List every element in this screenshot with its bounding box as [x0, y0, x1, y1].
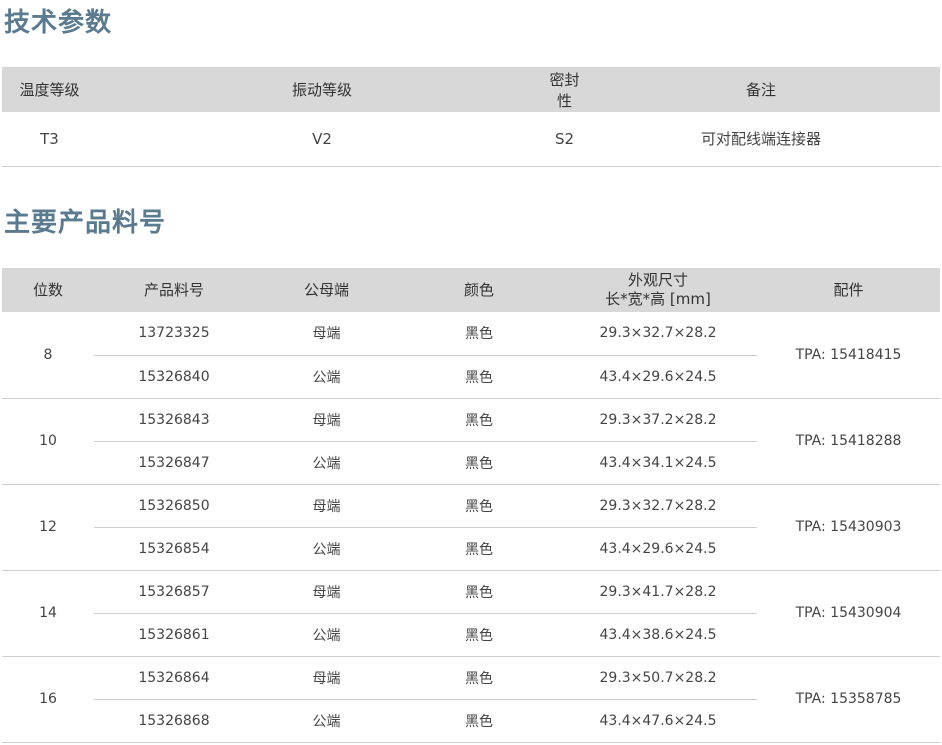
pin-count: 12 — [2, 484, 94, 571]
parts-header-dimensions-line1: 外观尺寸 — [627, 271, 688, 289]
table-row: 8 13723325 母端 黑色 29.3×32.7×28.2 TPA: 154… — [2, 312, 940, 399]
gender-value: 公端 — [254, 613, 399, 657]
dimensions-value: 43.4×34.1×24.5 — [559, 441, 757, 485]
dimensions-value: 29.3×50.7×28.2 — [559, 656, 757, 700]
gender-value: 公端 — [254, 527, 399, 571]
dimensions-value: 43.4×29.6×24.5 — [559, 355, 757, 399]
parts-table: 位数 产品料号 公母端 颜色 外观尺寸 长*宽*高 [mm] 配件 8 1372… — [2, 268, 940, 743]
pin-count: 10 — [2, 398, 94, 485]
dimensions-value: 29.3×37.2×28.2 — [559, 398, 757, 442]
spec-table: 温度等级 振动等级 密封性 备注 T3 V2 S2 可对配线端连接器 — [2, 67, 940, 167]
part-number: 15326857 — [94, 570, 254, 614]
dimensions-value: 43.4×29.6×24.5 — [559, 527, 757, 571]
gender-value: 公端 — [254, 355, 399, 399]
accessory-value: TPA: 15418288 — [757, 398, 940, 485]
color-value: 黑色 — [399, 527, 559, 571]
table-row: 10 15326843 母端 黑色 29.3×37.2×28.2 TPA: 15… — [2, 398, 940, 485]
part-number: 15326868 — [94, 699, 254, 743]
part-number: 13723325 — [94, 312, 254, 356]
part-number: 15326843 — [94, 398, 254, 442]
gender-value: 公端 — [254, 441, 399, 485]
color-value: 黑色 — [399, 613, 559, 657]
parts-header-part-no: 产品料号 — [94, 268, 254, 312]
part-number: 15326864 — [94, 656, 254, 700]
parts-header-gender: 公母端 — [254, 268, 399, 312]
spec-header-sealing: 密封性 — [547, 67, 582, 112]
spec-header-remark: 备注 — [582, 67, 940, 112]
part-number: 15326861 — [94, 613, 254, 657]
accessory-value: TPA: 15430903 — [757, 484, 940, 571]
table-row: 12 15326850 母端 黑色 29.3×32.7×28.2 TPA: 15… — [2, 484, 940, 571]
color-value: 黑色 — [399, 570, 559, 614]
dimensions-value: 43.4×47.6×24.5 — [559, 699, 757, 743]
color-value: 黑色 — [399, 484, 559, 528]
spec-section-title: 技术参数 — [4, 8, 113, 38]
color-value: 黑色 — [399, 398, 559, 442]
parts-header-row: 位数 产品料号 公母端 颜色 外观尺寸 长*宽*高 [mm] 配件 — [2, 268, 940, 312]
part-number: 15326850 — [94, 484, 254, 528]
accessory-value: TPA: 15358785 — [757, 656, 940, 743]
spec-header-vibration: 振动等级 — [97, 67, 547, 112]
parts-header-color: 颜色 — [399, 268, 559, 312]
part-number: 15326854 — [94, 527, 254, 571]
spec-row: T3 V2 S2 可对配线端连接器 — [2, 112, 940, 167]
color-value: 黑色 — [399, 441, 559, 485]
dimensions-value: 29.3×32.7×28.2 — [559, 312, 757, 356]
accessory-value: TPA: 15430904 — [757, 570, 940, 657]
pin-count: 16 — [2, 656, 94, 743]
gender-value: 母端 — [254, 656, 399, 700]
parts-header-dimensions: 外观尺寸 长*宽*高 [mm] — [559, 268, 757, 312]
spec-temperature-value: T3 — [2, 112, 97, 167]
parts-header-count: 位数 — [2, 268, 94, 312]
gender-value: 母端 — [254, 484, 399, 528]
pin-count: 14 — [2, 570, 94, 657]
spec-sealing-value: S2 — [547, 112, 582, 167]
parts-section-title: 主要产品料号 — [4, 208, 167, 238]
part-number: 15326847 — [94, 441, 254, 485]
spec-header-row: 温度等级 振动等级 密封性 备注 — [2, 67, 940, 112]
parts-header-accessory: 配件 — [757, 268, 940, 312]
table-row: 14 15326857 母端 黑色 29.3×41.7×28.2 TPA: 15… — [2, 570, 940, 657]
part-number: 15326840 — [94, 355, 254, 399]
dimensions-value: 29.3×41.7×28.2 — [559, 570, 757, 614]
dimensions-value: 29.3×32.7×28.2 — [559, 484, 757, 528]
spec-vibration-value: V2 — [97, 112, 547, 167]
color-value: 黑色 — [399, 656, 559, 700]
spec-remark-value: 可对配线端连接器 — [582, 112, 940, 167]
gender-value: 母端 — [254, 398, 399, 442]
color-value: 黑色 — [399, 355, 559, 399]
pin-count: 8 — [2, 312, 94, 399]
parts-header-dimensions-line2: 长*宽*高 [mm] — [605, 290, 711, 308]
gender-value: 母端 — [254, 312, 399, 356]
spec-header-temperature: 温度等级 — [2, 67, 97, 112]
table-row: 16 15326864 母端 黑色 29.3×50.7×28.2 TPA: 15… — [2, 656, 940, 743]
gender-value: 公端 — [254, 699, 399, 743]
color-value: 黑色 — [399, 699, 559, 743]
color-value: 黑色 — [399, 312, 559, 356]
dimensions-value: 43.4×38.6×24.5 — [559, 613, 757, 657]
accessory-value: TPA: 15418415 — [757, 312, 940, 399]
gender-value: 母端 — [254, 570, 399, 614]
